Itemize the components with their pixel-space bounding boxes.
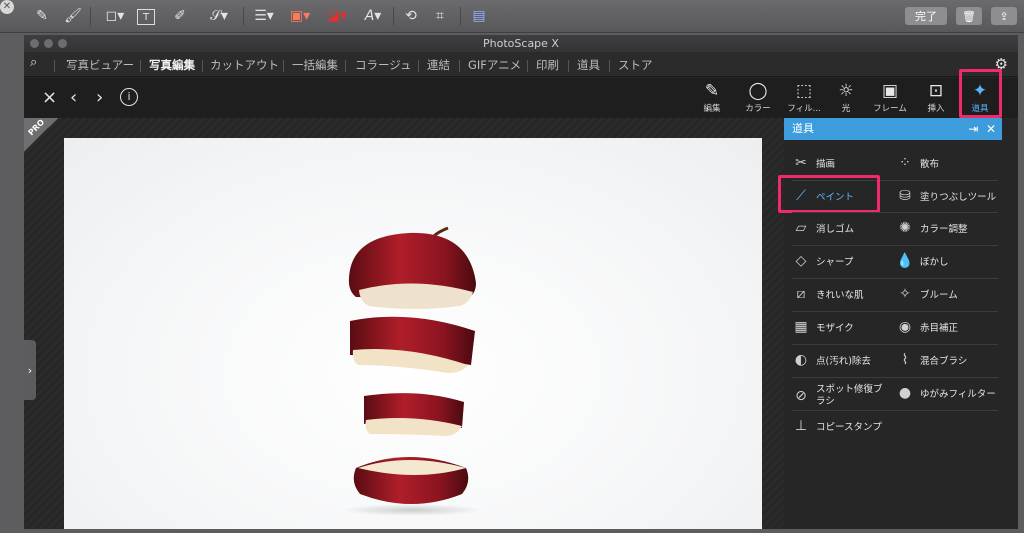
info-icon[interactable]: i [120, 88, 138, 106]
fill-color-icon[interactable]: ◪▾ [322, 5, 352, 27]
highlighter-icon[interactable]: ✐ [170, 5, 190, 27]
text-icon[interactable]: T [137, 9, 155, 25]
eraser-icon: ▱ [795, 220, 807, 236]
tool-draw[interactable]: ✂ 描画 [792, 154, 835, 172]
tool-color-adjust[interactable]: ✺ カラー調整 [896, 219, 967, 237]
pen-icon[interactable]: ✎ [32, 5, 52, 27]
tool-edit[interactable]: ✎ 編集 [690, 81, 734, 117]
close-icon[interactable]: ✕ [986, 122, 996, 136]
tool-sharpen[interactable]: ◇ シャープ [792, 252, 854, 270]
menu-cutout[interactable]: カットアウト [210, 57, 279, 73]
tool-frame[interactable]: ▣ フレーム [868, 81, 912, 117]
tool-eraser[interactable]: ▱ 消しゴム [792, 219, 854, 237]
apple-slices-image [342, 226, 482, 516]
tool-color[interactable]: ◯ カラー [736, 81, 780, 117]
edit-toolbar: × ‹ › i ✎ 編集 ◯ カラー ⬚ フィル... ☼ 光 ▣ フレーム ⊡… [24, 69, 1018, 118]
mix-brush-icon: ⌇ [901, 352, 909, 368]
mosaic-icon: ▦ [794, 319, 808, 335]
menu-combine[interactable]: 連結 [427, 57, 450, 73]
tool-clone-stamp[interactable]: ⊥ コピースタンプ [792, 417, 882, 435]
bucket-icon: ⛁ [899, 188, 911, 204]
shape-icon[interactable]: ◻︎▾ [100, 5, 130, 27]
tool-fill[interactable]: ⛁ 塗りつぶしツール [896, 187, 996, 205]
tools-highlight-box [959, 69, 1002, 118]
canvas-area: PRO › [24, 118, 784, 529]
menu-tools[interactable]: 道具 [577, 57, 600, 73]
menu-store[interactable]: ストア [618, 57, 653, 73]
healing-icon: ⊘ [795, 388, 807, 404]
close-window-dot[interactable] [30, 39, 39, 48]
scatter-icon: ⁘ [899, 155, 911, 171]
tools-panel: 道具 ⇥ ✕ ✂ 描画 ⁘ 散布 ⟋ ペイント ⛁ 塗りつぶしツール ▱ 消しゴム ✺ カラ… [778, 118, 1002, 451]
tool-bloom[interactable]: ✧ ブルーム [896, 285, 958, 303]
color-icon: ◯ [748, 81, 768, 101]
spot-icon: ◐ [794, 352, 808, 368]
panel-header: 道具 ⇥ ✕ [784, 118, 1002, 140]
frame-icon: ▣ [881, 81, 899, 101]
insert-icon: ⊡ [928, 81, 944, 101]
sharpen-icon: ◇ [795, 253, 807, 269]
pro-badge: PRO [24, 118, 58, 152]
line-style-icon[interactable]: ☰▾ [250, 5, 278, 27]
brush-icon[interactable]: 🖌 [62, 5, 84, 27]
tool-healing[interactable]: ⊘ スポット修復ブラシ [792, 384, 892, 408]
menu-gif[interactable]: GIFアニメ [468, 57, 521, 73]
window-title: PhotoScape X [483, 37, 559, 50]
font-icon[interactable]: A▾ [360, 5, 386, 27]
rotate-icon[interactable]: ⟲ [401, 5, 421, 27]
description-icon[interactable]: ▤ [470, 5, 488, 27]
tool-mosaic[interactable]: ▦ モザイク [792, 318, 853, 336]
chevron-right-icon[interactable]: › [96, 87, 103, 108]
paint-highlight-box [778, 175, 880, 213]
trash-icon[interactable]: 🗑 [956, 7, 982, 25]
tool-skin[interactable]: ⧄ きれいな肌 [792, 285, 864, 303]
menu-collage[interactable]: コラージュ [355, 57, 411, 73]
menu-photo-editor[interactable]: 写真編集 [149, 57, 195, 73]
tool-light[interactable]: ☼ 光 [824, 81, 868, 117]
app-window: PhotoScape X ⌕ 写真ビュアー 写真編集 カットアウト 一括編集 コ… [24, 35, 1018, 529]
liquify-icon: ● [898, 385, 912, 401]
share-icon[interactable]: ⇪ [991, 7, 1017, 25]
border-color-icon[interactable]: ▣▾ [285, 5, 315, 27]
markup-toolbar: ✕ ✎ 🖌 ◻︎▾ T ✐ 𝒮▾ ☰▾ ▣▾ ◪▾ A▾ ⟲ ⌗ ▤ 完了 🗑 … [0, 0, 1024, 33]
close-icon[interactable]: ✕ [0, 0, 14, 14]
tool-liquify[interactable]: ● ゆがみフィルター [896, 384, 996, 402]
light-icon: ☼ [838, 81, 854, 101]
title-bar: PhotoScape X [24, 35, 1018, 52]
menu-batch[interactable]: 一括編集 [292, 57, 338, 73]
tool-insert[interactable]: ⊡ 挿入 [914, 81, 958, 117]
blur-icon: 💧 [896, 253, 914, 269]
tool-scatter[interactable]: ⁘ 散布 [896, 154, 939, 172]
chevron-left-icon[interactable]: ‹ [70, 87, 77, 108]
color-adjust-icon: ✺ [899, 220, 911, 236]
menu-print[interactable]: 印刷 [536, 57, 559, 73]
signature-icon[interactable]: 𝒮▾ [203, 5, 235, 27]
zoom-window-dot[interactable] [58, 39, 67, 48]
search-icon[interactable]: ⌕ [30, 55, 37, 70]
pin-icon[interactable]: ⇥ [968, 122, 978, 136]
menu-photo-viewer[interactable]: 写真ビュアー [66, 57, 134, 73]
tool-blur[interactable]: 💧 ぼかし [896, 252, 948, 270]
tool-mix-brush[interactable]: ⌇ 混合ブラシ [896, 351, 968, 369]
minimize-window-dot[interactable] [44, 39, 53, 48]
tool-red-eye[interactable]: ◉ 赤目補正 [896, 318, 958, 336]
panel-title: 道具 [792, 122, 814, 135]
done-button[interactable]: 完了 [905, 7, 947, 25]
draw-icon: ✂ [795, 155, 807, 171]
crop-icon[interactable]: ⌗ [430, 5, 450, 27]
edit-icon: ✎ [704, 81, 720, 101]
red-eye-icon: ◉ [898, 319, 912, 335]
skin-icon: ⧄ [796, 286, 806, 302]
tool-filter[interactable]: ⬚ フィル... [782, 81, 826, 117]
close-icon[interactable]: × [42, 87, 57, 108]
side-panel-toggle[interactable]: › [24, 340, 36, 400]
tool-spot[interactable]: ◐ 点(汚れ)除去 [792, 351, 871, 369]
clone-stamp-icon: ⊥ [794, 418, 808, 434]
photo-canvas[interactable] [64, 138, 762, 529]
bloom-icon: ✧ [899, 286, 911, 302]
filter-icon: ⬚ [795, 81, 813, 101]
main-menu: ⌕ 写真ビュアー 写真編集 カットアウト 一括編集 コラージュ 連結 GIFアニ… [24, 52, 1018, 77]
